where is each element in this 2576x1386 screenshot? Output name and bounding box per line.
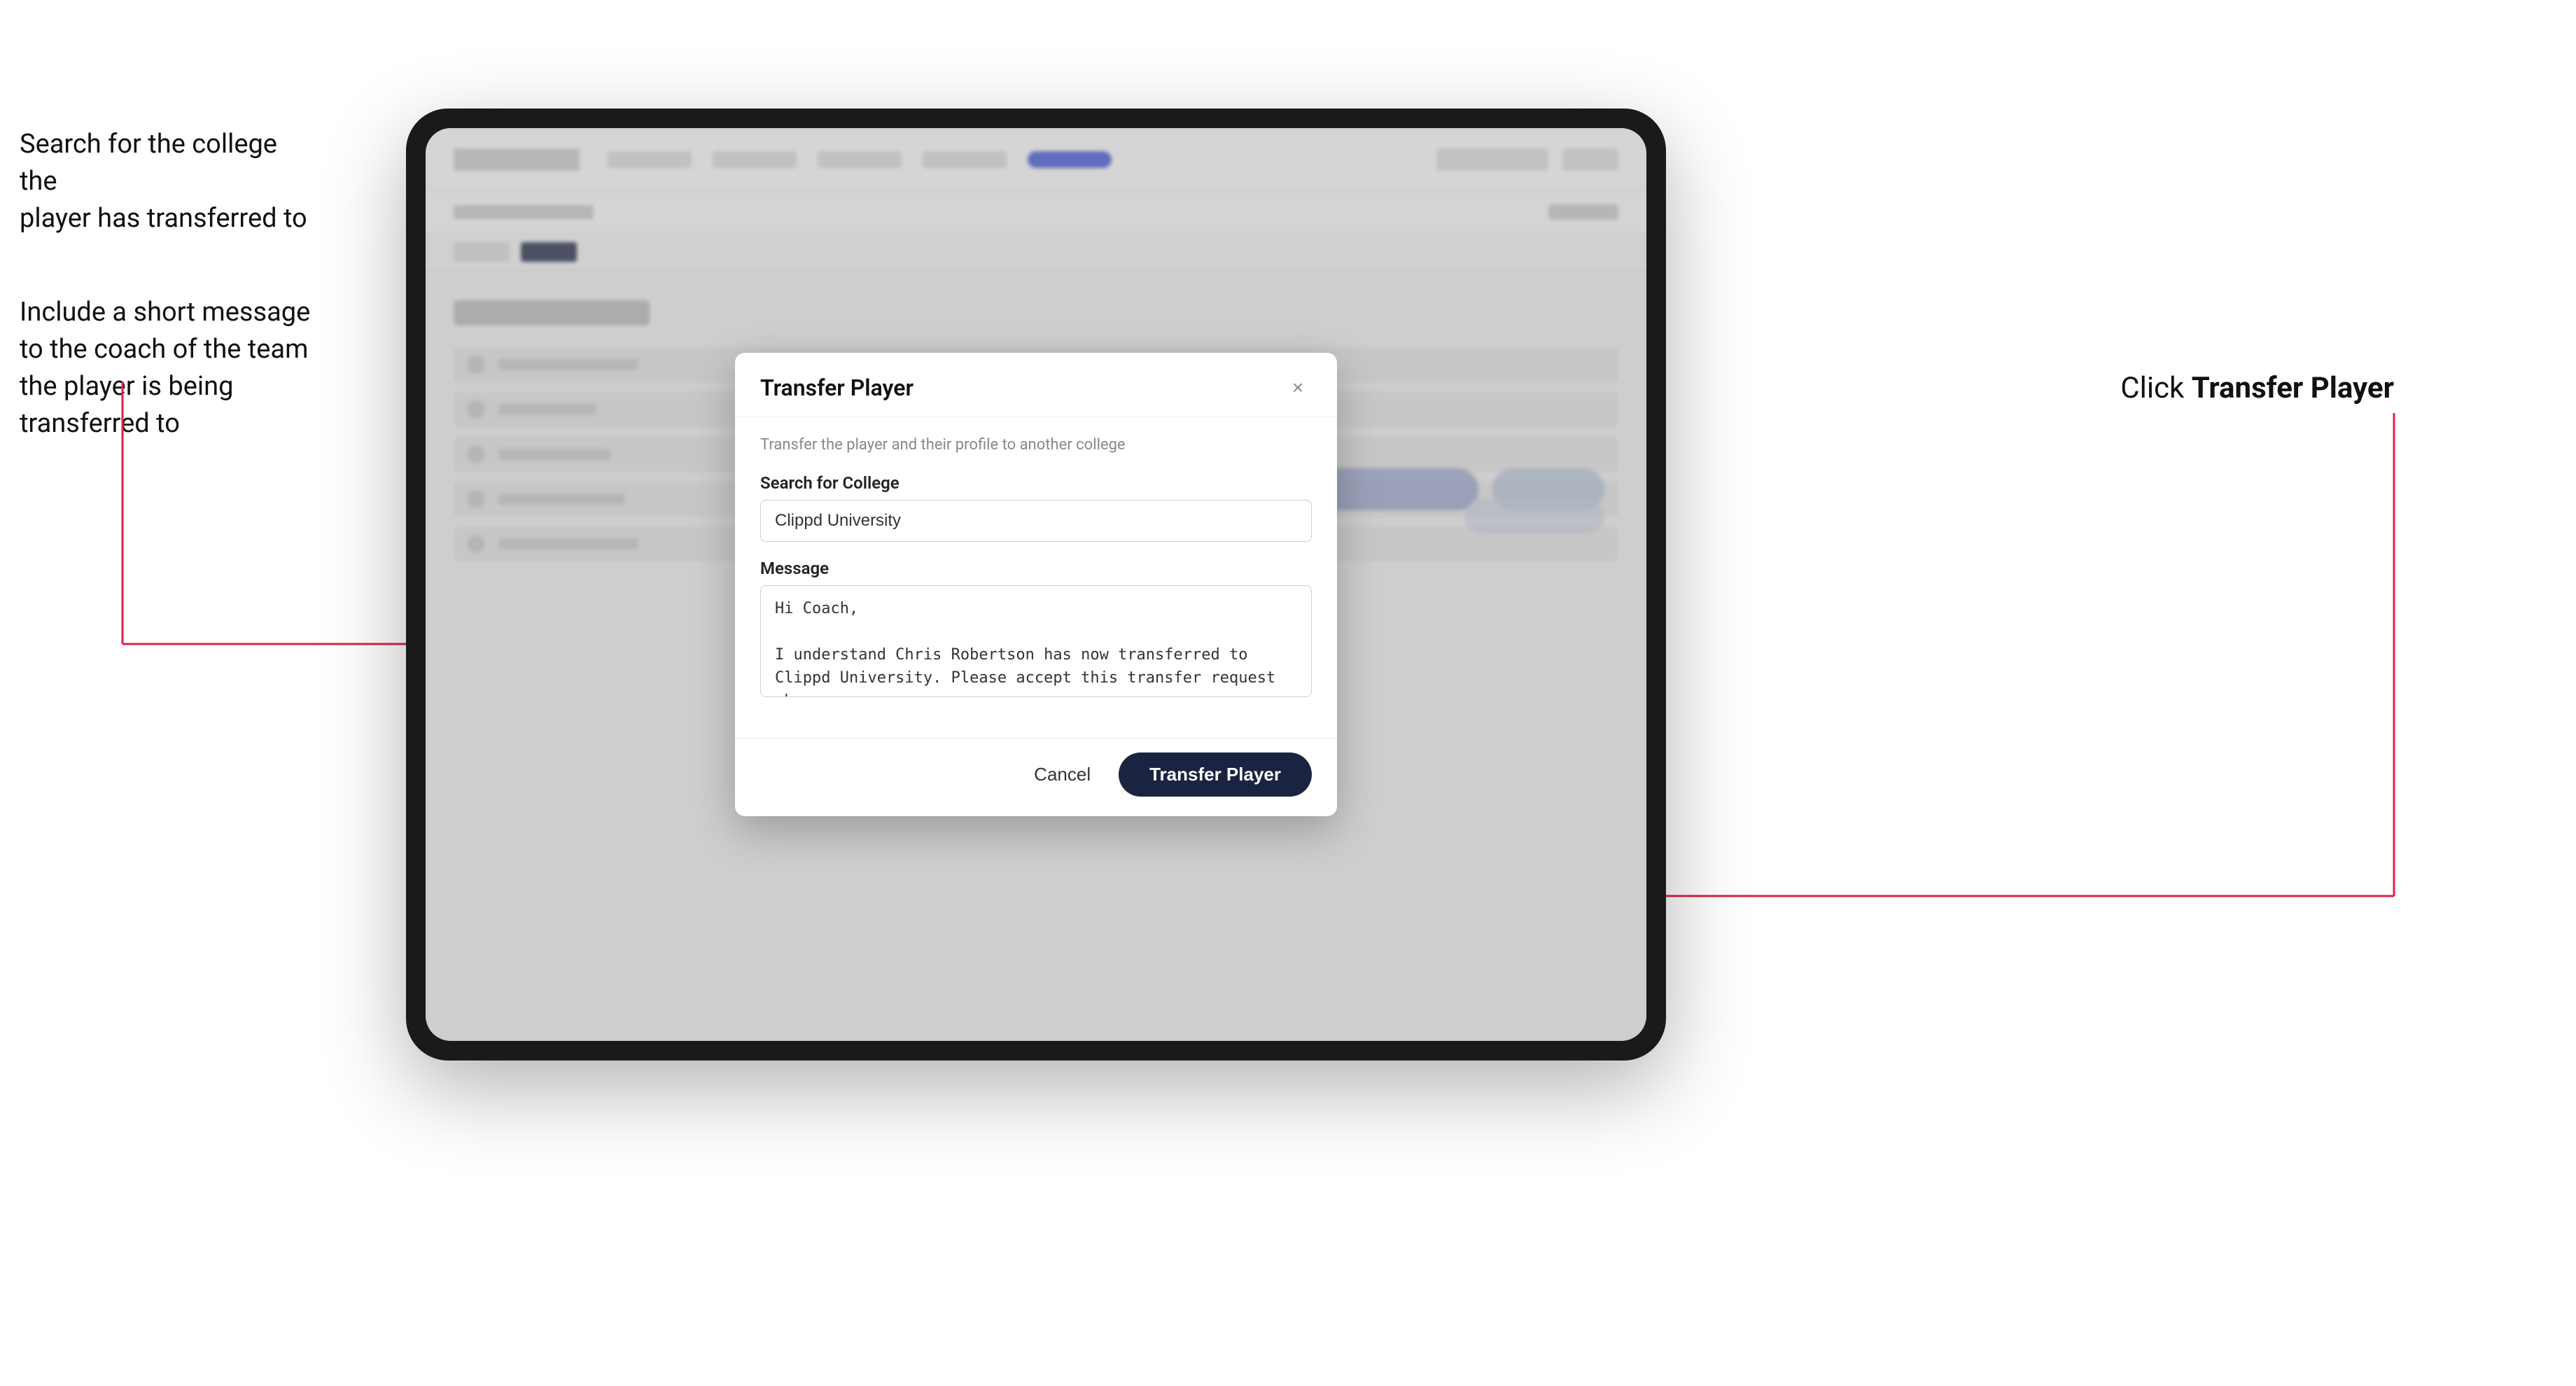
- modal-header: Transfer Player ×: [735, 353, 1337, 416]
- cancel-button[interactable]: Cancel: [1020, 755, 1105, 794]
- transfer-player-modal: Transfer Player × Transfer the player an…: [735, 353, 1337, 816]
- college-label: Search for College: [760, 473, 1312, 493]
- modal-subtitle: Transfer the player and their profile to…: [760, 436, 1312, 454]
- modal-overlay: Transfer Player × Transfer the player an…: [426, 128, 1646, 1041]
- annotation-left: Search for the college the player has tr…: [20, 126, 314, 442]
- modal-footer: Cancel Transfer Player: [735, 738, 1337, 816]
- modal-body: Transfer the player and their profile to…: [735, 416, 1337, 738]
- message-label: Message: [760, 559, 1312, 578]
- annotation-right: Click Transfer Player: [2120, 371, 2394, 405]
- college-field-group: Search for College: [760, 473, 1312, 542]
- annotation-right-prefix: Click: [2120, 371, 2191, 405]
- message-textarea[interactable]: [760, 585, 1312, 697]
- tablet-frame: Transfer Player × Transfer the player an…: [406, 108, 1666, 1060]
- modal-title: Transfer Player: [760, 374, 913, 401]
- annotation-right-bold: Transfer Player: [2192, 371, 2394, 405]
- annotation-text-message: Include a short message to the coach of …: [20, 294, 314, 443]
- college-search-input[interactable]: [760, 500, 1312, 542]
- tablet-screen: Transfer Player × Transfer the player an…: [426, 128, 1646, 1041]
- transfer-player-button[interactable]: Transfer Player: [1119, 752, 1312, 797]
- modal-close-button[interactable]: ×: [1284, 374, 1312, 402]
- annotation-text-search: Search for the college the player has tr…: [20, 126, 314, 238]
- message-field-group: Message: [760, 559, 1312, 700]
